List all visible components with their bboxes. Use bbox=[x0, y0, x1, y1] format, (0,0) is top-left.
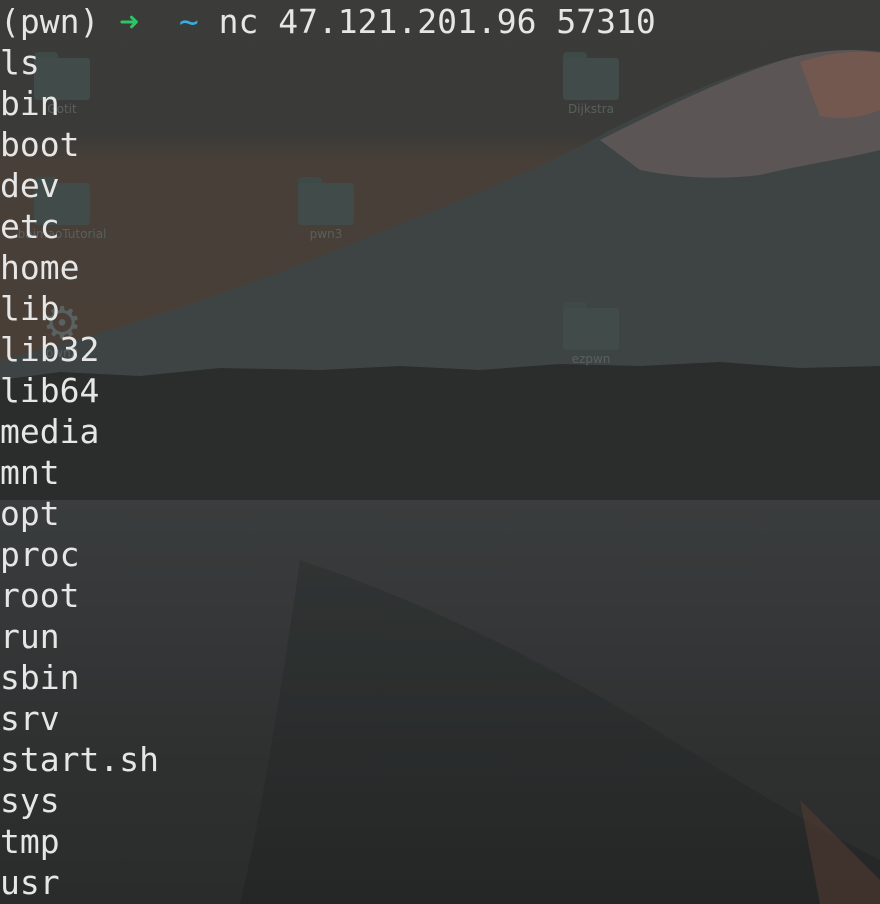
prompt-line: (pwn) ➜ ~ nc 47.121.201.96 57310 bbox=[0, 1, 656, 42]
output-line: proc bbox=[0, 535, 80, 574]
output-line: start.sh bbox=[0, 740, 159, 779]
output-line: lib bbox=[0, 289, 60, 328]
prompt-arrow-icon: ➜ bbox=[119, 2, 140, 41]
output-line: run bbox=[0, 617, 60, 656]
output-line: srv bbox=[0, 699, 60, 738]
output-line: usr bbox=[0, 863, 60, 902]
prompt-command: nc 47.121.201.96 57310 bbox=[218, 2, 656, 41]
output-line: root bbox=[0, 576, 80, 615]
output-line: sbin bbox=[0, 658, 80, 697]
output-line: mnt bbox=[0, 453, 60, 492]
output-line: lib64 bbox=[0, 371, 100, 410]
output-line: lib32 bbox=[0, 330, 100, 369]
output-line: dev bbox=[0, 166, 60, 205]
output-line: boot bbox=[0, 125, 80, 164]
prompt-directory: ~ bbox=[178, 2, 199, 41]
prompt-env: (pwn) bbox=[0, 2, 100, 41]
output-line: etc bbox=[0, 207, 60, 246]
output-line: media bbox=[0, 412, 100, 451]
output-line: bin bbox=[0, 84, 60, 123]
output-line: ls bbox=[0, 43, 40, 82]
output-line: home bbox=[0, 248, 80, 287]
output-line: opt bbox=[0, 494, 60, 533]
terminal-window[interactable]: (pwn) ➜ ~ nc 47.121.201.96 57310 ls bin bo… bbox=[0, 0, 880, 904]
output-line: sys bbox=[0, 781, 60, 820]
output-line: tmp bbox=[0, 822, 60, 861]
